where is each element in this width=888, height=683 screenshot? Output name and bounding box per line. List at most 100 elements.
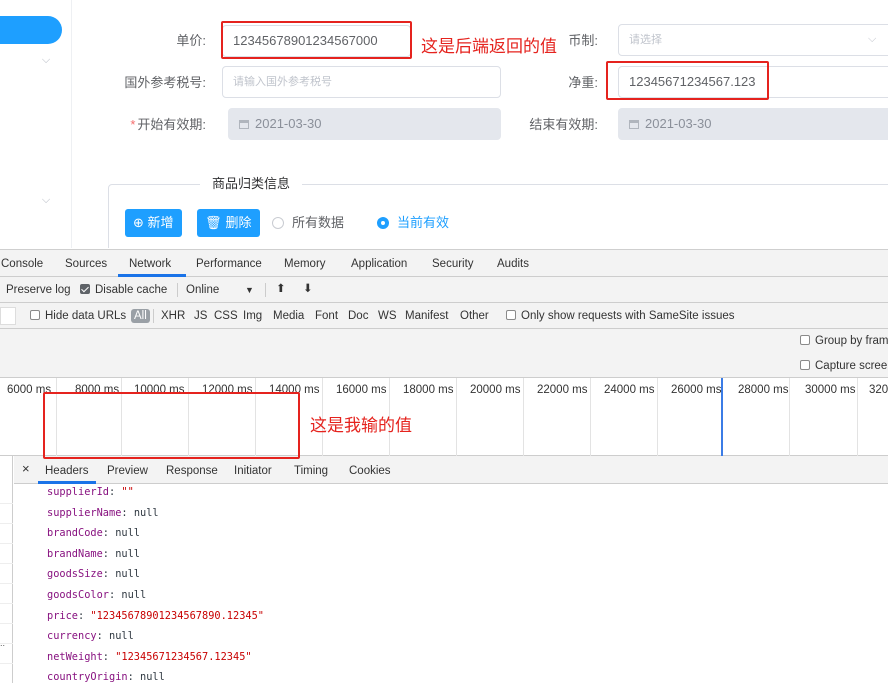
radio-circle-icon	[272, 217, 284, 229]
timeline-gridline	[657, 378, 658, 456]
active-detail-tab-indicator	[38, 481, 96, 484]
currency-label: 币制:	[568, 33, 598, 48]
toolbar-divider	[265, 283, 266, 297]
timeline-label: 24000 ms	[604, 384, 655, 396]
calendar-icon	[239, 120, 249, 129]
tab-application[interactable]: Application	[351, 257, 407, 271]
hide-data-urls-checkbox[interactable]: Hide data URLs	[30, 309, 126, 323]
highlight-box-unit-price	[221, 21, 412, 59]
preserve-log-checkbox[interactable]: Preserve log	[6, 283, 71, 297]
filter-font[interactable]: Font	[315, 309, 338, 323]
start-date-value: 2021-03-30	[255, 116, 322, 131]
export-har-icon[interactable]: ⬇	[303, 282, 313, 296]
payload-line-price: price: "12345678901234567890.12345"	[47, 609, 264, 623]
calendar-icon	[629, 120, 639, 129]
payload-separator: :	[96, 630, 110, 643]
filter-ws[interactable]: WS	[378, 309, 397, 323]
timeline-gridline	[456, 378, 457, 456]
tab-performance[interactable]: Performance	[196, 257, 262, 271]
start-date-picker[interactable]: 2021-03-30	[228, 108, 501, 140]
timeline-gridline	[523, 378, 524, 456]
capture-screenshots-checkbox[interactable]: Capture scree	[800, 359, 887, 373]
radio-all-data[interactable]: 所有数据	[272, 215, 344, 231]
request-row[interactable]	[0, 484, 13, 504]
payload-line-brandCode: brandCode: null	[47, 526, 140, 540]
request-row[interactable]	[0, 664, 13, 683]
timeline-label: 20000 ms	[470, 384, 521, 396]
tab-network[interactable]: Network	[129, 257, 171, 271]
filter-all[interactable]: All	[131, 309, 150, 323]
payload-line-netWeight: netWeight: "12345671234567.12345"	[47, 650, 252, 664]
checkbox-icon	[506, 310, 516, 320]
detail-tabbar: × Headers Preview Response Initiator Tim…	[14, 456, 888, 484]
foreign-tax-no-input[interactable]: 请输入国外参考税号	[222, 66, 501, 98]
tab-memory[interactable]: Memory	[284, 257, 326, 271]
filter-doc[interactable]: Doc	[348, 309, 368, 323]
currency-select[interactable]: 请选择	[618, 24, 888, 56]
end-date-picker[interactable]: 2021-03-30	[618, 108, 888, 140]
request-name-column[interactable]: ..	[0, 456, 13, 683]
timeline-label: 28000 ms	[738, 384, 789, 396]
close-icon[interactable]: ×	[22, 462, 30, 476]
filter-js[interactable]: JS	[194, 309, 207, 323]
filter-xhr[interactable]: XHR	[161, 309, 185, 323]
request-row[interactable]	[0, 524, 13, 544]
sidebar-item-active[interactable]	[0, 16, 62, 44]
payload-key: supplierName	[47, 506, 122, 519]
tab-security[interactable]: Security	[432, 257, 474, 271]
filter-media[interactable]: Media	[273, 309, 304, 323]
payload-value: ""	[121, 486, 134, 498]
chevron-down-icon[interactable]: ⌵	[40, 194, 52, 206]
request-row[interactable]	[0, 544, 13, 564]
filter-other[interactable]: Other	[460, 309, 489, 323]
delete-button[interactable]: 🗑 删除	[197, 209, 260, 237]
payload-separator: :	[102, 527, 116, 540]
group-by-frame-label: Group by fram	[815, 335, 888, 347]
request-row[interactable]	[0, 584, 13, 604]
disable-cache-label: Disable cache	[95, 284, 168, 296]
payload-key: brandName	[47, 547, 103, 560]
chevron-down-icon[interactable]: ▼	[245, 283, 254, 297]
filter-css[interactable]: CSS	[214, 309, 238, 323]
payload-key: goodsColor	[47, 589, 109, 601]
payload-value: null	[115, 568, 141, 581]
disable-cache-checkbox[interactable]: Disable cache	[80, 283, 167, 297]
payload-separator: :	[109, 589, 122, 601]
import-har-icon[interactable]: ⬆	[276, 282, 286, 296]
checkbox-icon	[800, 360, 810, 370]
truncated-name: ..	[0, 638, 6, 648]
tab-response[interactable]: Response	[166, 464, 218, 478]
request-row[interactable]	[0, 564, 13, 584]
payload-separator: :	[78, 609, 91, 622]
chevron-down-icon[interactable]: ⌵	[868, 33, 876, 46]
tab-headers[interactable]: Headers	[45, 464, 88, 478]
payload-value: null	[140, 671, 165, 683]
filter-manifest[interactable]: Manifest	[405, 309, 448, 323]
request-row[interactable]	[0, 504, 13, 524]
samesite-checkbox[interactable]: Only show requests with SameSite issues	[506, 309, 734, 323]
side-nav: ⌵ ⌵	[0, 0, 72, 248]
tab-console[interactable]: Console	[1, 257, 43, 271]
section-title: 商品归类信息	[200, 176, 303, 192]
tab-audits[interactable]: Audits	[497, 257, 529, 271]
payload-line-goodsColor: goodsColor: null	[47, 588, 146, 602]
tab-cookies[interactable]: Cookies	[349, 464, 391, 478]
filter-all-label: All	[131, 309, 150, 323]
filter-input[interactable]	[0, 307, 16, 325]
throttling-select[interactable]: Online	[186, 283, 219, 297]
radio-current-valid[interactable]: 当前有效	[377, 215, 449, 231]
trash-icon: 🗑	[205, 215, 222, 230]
tab-preview[interactable]: Preview	[107, 464, 148, 478]
payload-separator: :	[127, 671, 140, 683]
tab-initiator[interactable]: Initiator	[234, 464, 272, 478]
tab-timing[interactable]: Timing	[294, 464, 328, 478]
add-button[interactable]: ⊕ 新增	[125, 209, 182, 237]
request-row[interactable]	[0, 604, 13, 624]
input-value-annotation: 这是我输的值	[310, 416, 412, 435]
filter-img[interactable]: Img	[243, 309, 262, 323]
group-by-frame-checkbox[interactable]: Group by fram	[800, 334, 888, 348]
tab-sources[interactable]: Sources	[65, 257, 107, 271]
devtools-tabbar: Console Sources Network Performance Memo…	[0, 250, 888, 277]
chevron-down-icon[interactable]: ⌵	[40, 54, 52, 66]
required-mark: *	[130, 117, 136, 132]
